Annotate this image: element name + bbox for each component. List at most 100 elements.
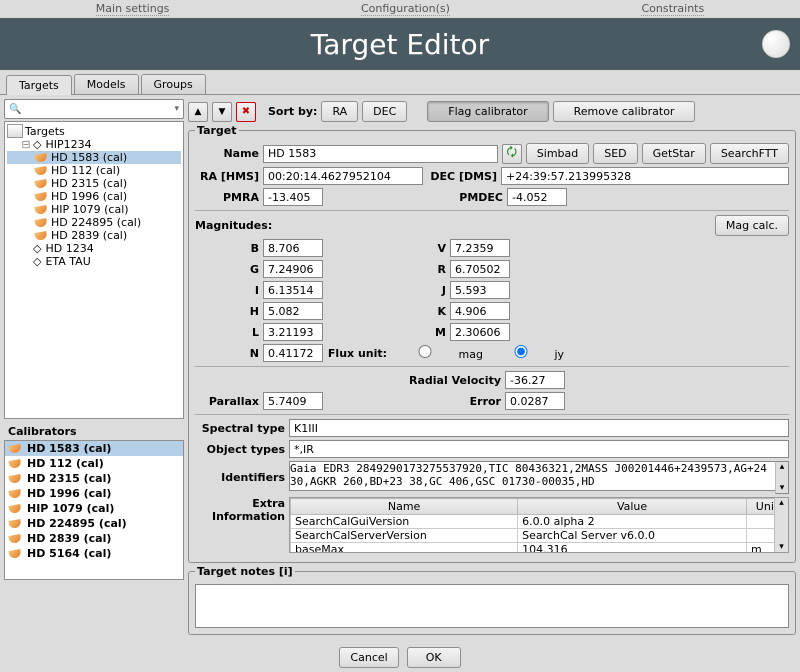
mag-n[interactable]: [263, 344, 323, 362]
magnitudes-label: Magnitudes:: [195, 219, 272, 232]
mag-b[interactable]: [263, 239, 323, 257]
name-field[interactable]: [263, 145, 498, 163]
notes-fieldset: Target notes [i]: [188, 565, 796, 635]
flag-calibrator-button[interactable]: Flag calibrator: [427, 101, 548, 122]
objtypes-label: Object types: [195, 443, 285, 456]
calibrator-row[interactable]: HD 1996 (cal): [5, 486, 183, 501]
sort-dec-button[interactable]: DEC: [362, 101, 407, 122]
tree-item[interactable]: HIP 1079 (cal): [7, 203, 181, 216]
simbad-button[interactable]: Simbad: [526, 143, 589, 164]
name-label: Name: [195, 147, 259, 160]
ra-field[interactable]: [263, 167, 423, 185]
sort-ra-button[interactable]: RA: [321, 101, 358, 122]
menu-configurations[interactable]: Configuration(s): [361, 2, 450, 16]
calibrators-list[interactable]: HD 1583 (cal) HD 112 (cal) HD 2315 (cal)…: [4, 440, 184, 580]
tree-item[interactable]: HD 1996 (cal): [7, 190, 181, 203]
pmdec-field[interactable]: [507, 188, 567, 206]
refresh-button[interactable]: [502, 144, 522, 164]
tab-targets[interactable]: Targets: [6, 75, 72, 95]
extra-info-table[interactable]: NameValueUnit SearchCalGuiVersion6.0.0 a…: [289, 497, 789, 553]
search-input[interactable]: ▾: [4, 99, 184, 119]
flux-jy-radio[interactable]: jy: [491, 345, 564, 361]
table-row: SearchCalServerVersionSearchCal Server v…: [291, 529, 788, 543]
expand-handle[interactable]: ⊟: [21, 138, 31, 151]
getstar-button[interactable]: GetStar: [642, 143, 706, 164]
top-menu: Main settings Configuration(s) Constrain…: [0, 0, 800, 18]
table-row: baseMax104.316m: [291, 543, 788, 554]
mag-i[interactable]: [263, 281, 323, 299]
target-eta-tau[interactable]: ETA TAU: [33, 255, 91, 268]
mag-h[interactable]: [263, 302, 323, 320]
mag-calc-button[interactable]: Mag calc.: [715, 215, 789, 236]
delete-button[interactable]: [236, 102, 256, 122]
calibrator-row[interactable]: HD 5164 (cal): [5, 546, 183, 561]
target-tree[interactable]: Targets ⊟HIP1234 HD 1583 (cal) HD 112 (c…: [4, 121, 184, 419]
dec-field[interactable]: [501, 167, 789, 185]
mag-l[interactable]: [263, 323, 323, 341]
toolbar: Sort by: RA DEC Flag calibrator Remove c…: [188, 99, 796, 124]
spectral-label: Spectral type: [195, 422, 285, 435]
calibrators-title: Calibrators: [4, 423, 184, 440]
identifiers-label: Identifiers: [195, 471, 285, 484]
menu-main-settings[interactable]: Main settings: [96, 2, 170, 16]
tree-item[interactable]: HD 2839 (cal): [7, 229, 181, 242]
tab-strip: Targets Models Groups: [0, 74, 800, 95]
dec-label: DEC [DMS]: [427, 170, 497, 183]
calibrator-row[interactable]: HD 112 (cal): [5, 456, 183, 471]
tree-item[interactable]: HD 2315 (cal): [7, 177, 181, 190]
objtypes-field[interactable]: [289, 440, 789, 458]
calibrator-row[interactable]: HD 2839 (cal): [5, 531, 183, 546]
remove-calibrator-button[interactable]: Remove calibrator: [553, 101, 696, 122]
identifiers-scrollbar[interactable]: ▴▾: [775, 461, 789, 494]
ok-button[interactable]: OK: [407, 647, 461, 668]
ra-label: RA [HMS]: [195, 170, 259, 183]
move-up-button[interactable]: [188, 102, 208, 122]
rv-field[interactable]: [505, 371, 565, 389]
mag-k[interactable]: [450, 302, 510, 320]
target-hip1234[interactable]: HIP1234: [33, 138, 92, 151]
calibrator-row[interactable]: HD 1583 (cal): [5, 441, 183, 456]
flux-mag-radio[interactable]: mag: [395, 345, 483, 361]
extra-info-label: Extra Information: [195, 497, 285, 523]
calibrator-row[interactable]: HD 2315 (cal): [5, 471, 183, 486]
searchftt-button[interactable]: SearchFTT: [710, 143, 789, 164]
globe-icon: [762, 30, 790, 58]
tab-models[interactable]: Models: [74, 74, 139, 94]
notes-legend: Target notes [i]: [195, 565, 295, 578]
parallax-label: Parallax: [195, 395, 259, 408]
cancel-button[interactable]: Cancel: [339, 647, 398, 668]
identifiers-field[interactable]: Gaia EDR3 2849290173275537920,TIC 804363…: [289, 461, 789, 491]
rv-label: Radial Velocity: [405, 374, 501, 387]
title-bar: Target Editor: [0, 18, 800, 70]
tab-groups[interactable]: Groups: [141, 74, 206, 94]
target-fieldset: Target Name Simbad SED GetStar SearchFTT…: [188, 124, 796, 563]
calibrator-row[interactable]: HD 224895 (cal): [5, 516, 183, 531]
calibrator-row[interactable]: HIP 1079 (cal): [5, 501, 183, 516]
mag-r[interactable]: [450, 260, 510, 278]
notes-field[interactable]: [195, 584, 789, 628]
tree-item[interactable]: HD 1583 (cal): [7, 151, 181, 164]
bottom-bar: Cancel OK: [0, 641, 800, 672]
search-field[interactable]: [23, 103, 174, 116]
pmdec-label: PMDEC: [327, 191, 503, 204]
extra-scrollbar[interactable]: ▴▾: [774, 498, 788, 552]
mag-m[interactable]: [450, 323, 510, 341]
flux-unit-label: Flux unit:: [328, 347, 387, 360]
parallax-field[interactable]: [263, 392, 323, 410]
pmra-field[interactable]: [263, 188, 323, 206]
target-hd1234[interactable]: HD 1234: [33, 242, 94, 255]
tree-root[interactable]: Targets: [7, 124, 181, 138]
mag-j[interactable]: [450, 281, 510, 299]
pmra-label: PMRA: [195, 191, 259, 204]
tree-item[interactable]: HD 112 (cal): [7, 164, 181, 177]
tree-item[interactable]: HD 224895 (cal): [7, 216, 181, 229]
mag-v[interactable]: [450, 239, 510, 257]
mag-g[interactable]: [263, 260, 323, 278]
search-dropdown-icon[interactable]: ▾: [174, 104, 179, 114]
sort-by-label: Sort by:: [268, 105, 317, 118]
error-field[interactable]: [505, 392, 565, 410]
spectral-field[interactable]: [289, 419, 789, 437]
move-down-button[interactable]: [212, 102, 232, 122]
sed-button[interactable]: SED: [593, 143, 637, 164]
menu-constraints[interactable]: Constraints: [641, 2, 704, 16]
